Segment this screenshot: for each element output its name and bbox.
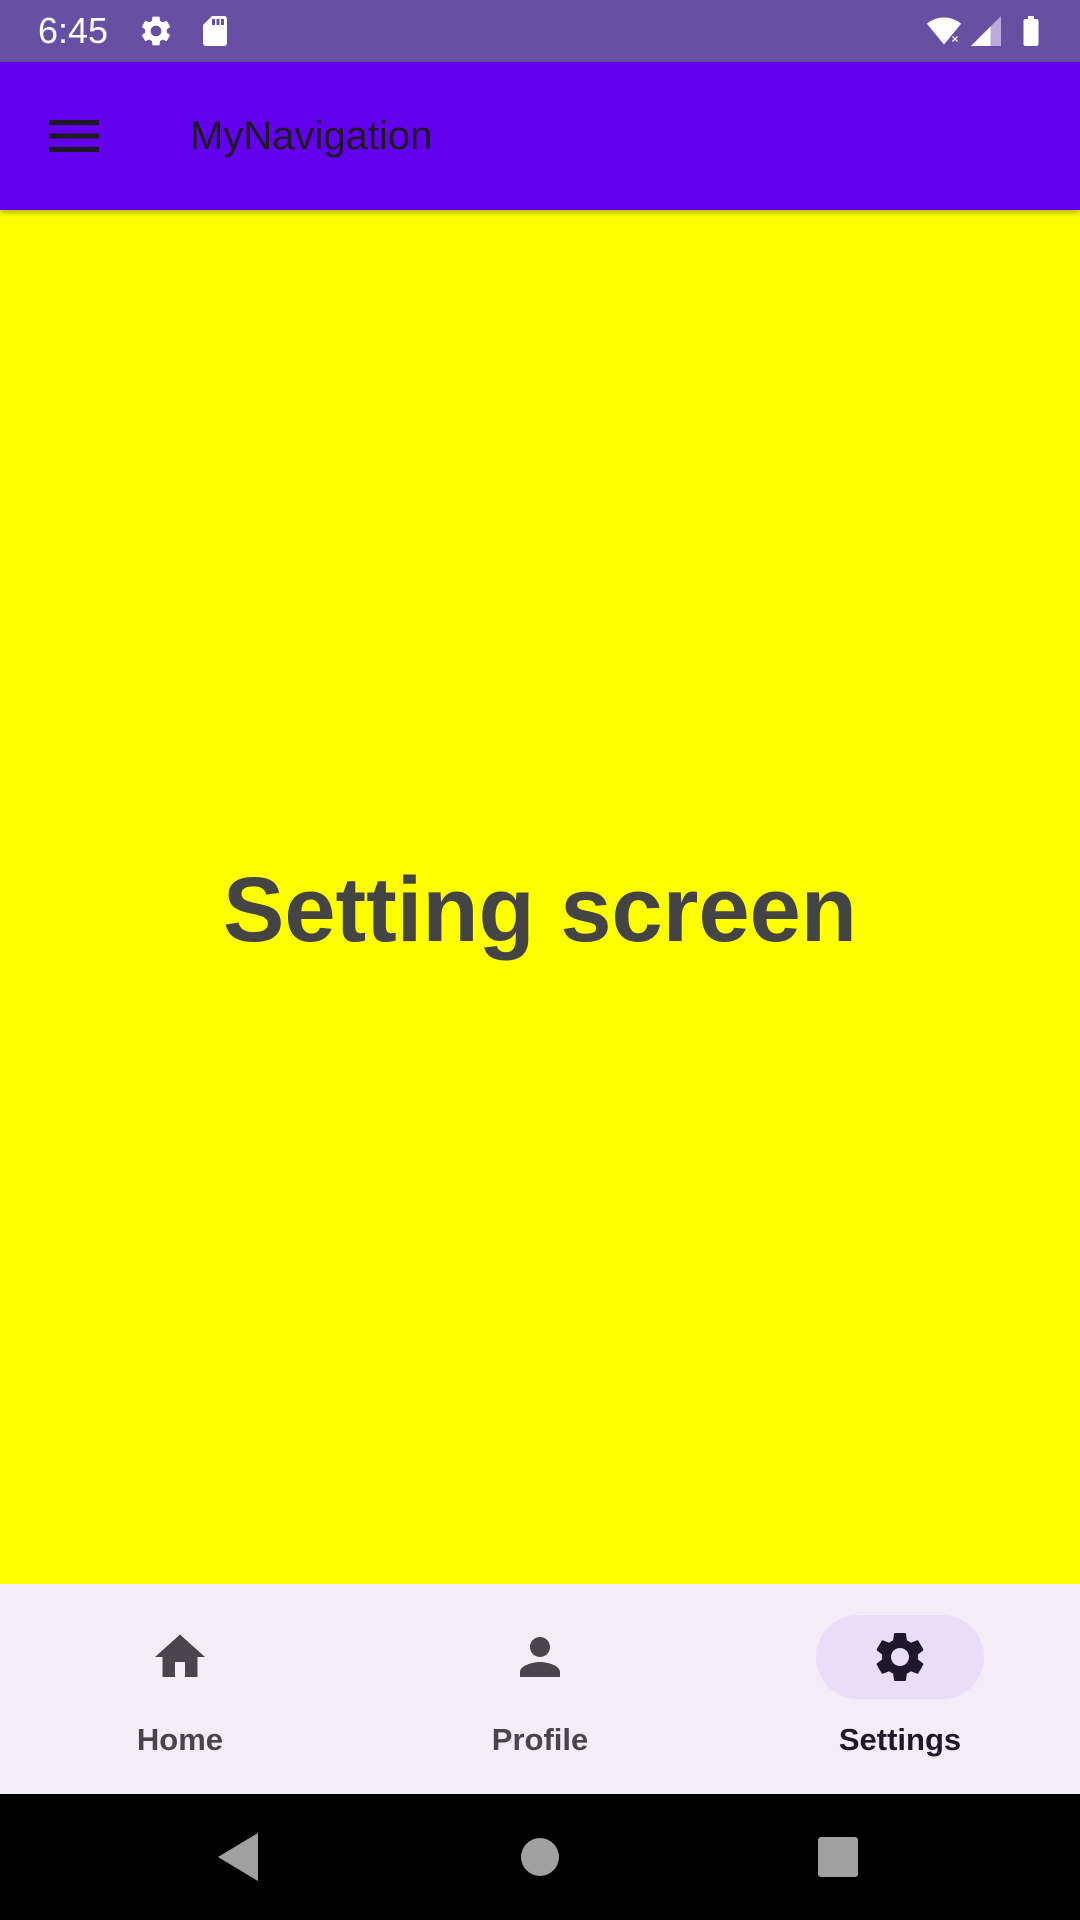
system-navigation-bar [0, 1794, 1080, 1920]
person-icon [520, 1637, 560, 1677]
top-app-bar: MyNavigation [0, 62, 1080, 210]
bottom-navigation-bar: Home Profile Settings [0, 1584, 1080, 1794]
app-screen: 6:45 MyNavigation Setting screen Home Pr… [0, 0, 1080, 1920]
gear-icon [141, 16, 171, 46]
home-icon [155, 1634, 205, 1677]
app-title: MyNavigation [190, 114, 433, 158]
settings-gear-icon [876, 1633, 924, 1681]
screen-label: Setting screen [223, 858, 857, 961]
status-bar: 6:45 [0, 0, 1080, 62]
sd-card-icon [203, 16, 227, 46]
nav-label-profile: Profile [491, 1722, 589, 1757]
nav-item-home[interactable]: Home [0, 1584, 360, 1794]
back-icon[interactable] [206, 1825, 270, 1889]
nav-item-profile[interactable]: Profile [360, 1584, 720, 1794]
nav-item-settings[interactable]: Settings [720, 1584, 1080, 1794]
home-circle-icon[interactable] [508, 1825, 572, 1889]
nav-label-settings: Settings [838, 1722, 962, 1757]
nav-label-home: Home [136, 1722, 224, 1757]
wifi-icon [926, 17, 962, 45]
hamburger-menu-icon [49, 120, 99, 152]
menu-button[interactable] [26, 94, 122, 178]
status-time: 6:45 [38, 10, 109, 51]
signal-icon [971, 16, 1001, 46]
screen-content: Setting screen [0, 210, 1080, 1584]
recents-icon[interactable] [806, 1825, 870, 1889]
battery-icon [1023, 16, 1039, 46]
